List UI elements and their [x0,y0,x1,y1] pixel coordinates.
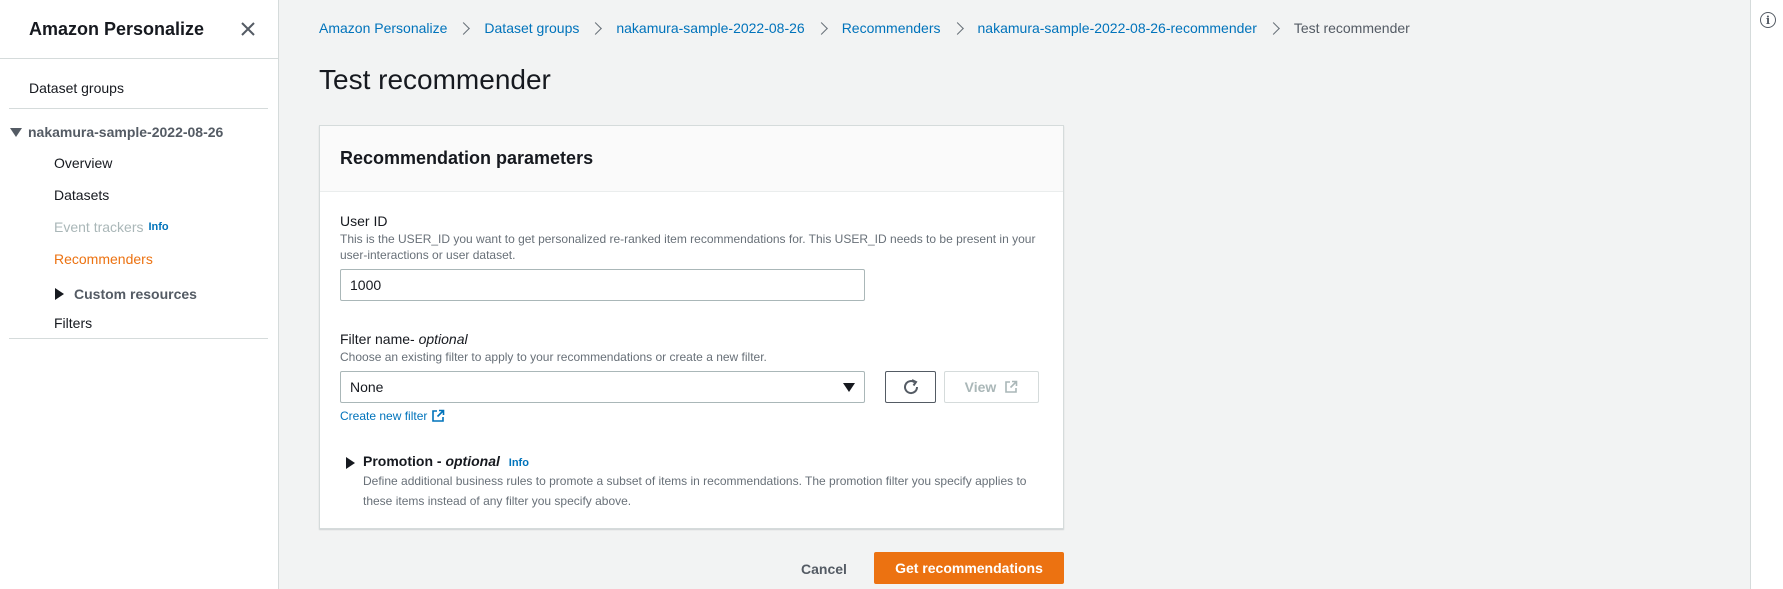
chevron-right-icon [457,21,471,35]
filter-name-label: Filter name- optional [340,331,1043,347]
sidebar-item-filters[interactable]: Filters [0,310,278,336]
sidebar-item-label: Overview [54,155,113,171]
filter-name-label-text: Filter name- [340,331,415,347]
tools-rail: i [1750,0,1783,589]
promotion-title-text: Promotion - [363,453,442,469]
filter-select[interactable]: None [340,371,865,403]
sidebar-item-label: Filters [54,315,93,331]
recommendation-parameters-panel: Recommendation parameters User ID This i… [319,125,1064,529]
chevron-right-icon [814,21,828,35]
promotion-content: Promotion - optional Info Define additio… [363,453,1043,511]
create-new-filter-link[interactable]: Create new filter [340,409,1043,423]
caret-down-icon [843,382,855,392]
sidebar-item-recommenders[interactable]: Recommenders [0,243,278,275]
sidebar-item-event-trackers: Event trackers Info [0,211,278,243]
sidebar-header: Amazon Personalize [0,0,278,59]
sidebar-item-custom-resources[interactable]: Custom resources [0,278,278,310]
sidebar-divider [9,338,268,339]
panel-header: Recommendation parameters [320,126,1063,192]
optional-text: optional [418,331,468,347]
sidebar-item-overview[interactable]: Overview [0,147,278,179]
close-icon[interactable] [238,19,258,39]
breadcrumb-current: Test recommender [1293,20,1410,36]
chevron-right-icon [1267,21,1280,35]
panel-body: User ID This is the USER_ID you want to … [320,213,1063,511]
cancel-button[interactable]: Cancel [797,554,851,584]
sidebar-group-toggle[interactable]: nakamura-sample-2022-08-26 [0,119,278,145]
breadcrumb-link[interactable]: Recommenders [842,20,941,36]
breadcrumb-link[interactable]: Dataset groups [484,20,579,36]
caret-right-icon[interactable] [346,457,355,469]
sidebar-item-dataset-groups[interactable]: Dataset groups [9,67,268,109]
info-link[interactable]: Info [148,221,168,233]
caret-down-icon [10,127,22,137]
user-id-input[interactable] [340,269,865,301]
get-recommendations-button[interactable]: Get recommendations [874,552,1064,584]
chevron-right-icon [589,21,603,35]
view-button-label: View [964,379,997,395]
sidebar-title[interactable]: Amazon Personalize [29,19,204,40]
sidebar-item-label: Recommenders [54,251,153,267]
promotion-description: Define additional business rules to prom… [363,474,1027,508]
sidebar-item-label: Datasets [54,187,110,203]
promotion-title[interactable]: Promotion - optional Info [363,453,1043,469]
breadcrumb-link[interactable]: nakamura-sample-2022-08-26 [616,20,804,36]
filter-description: Choose an existing filter to apply to yo… [340,350,767,364]
promotion-section[interactable]: Promotion - optional Info Define additio… [340,453,1043,511]
create-new-filter-label: Create new filter [340,409,428,423]
external-link-icon [432,409,445,422]
breadcrumb: Amazon Personalize Dataset groups nakamu… [319,20,1410,36]
user-id-description: This is the USER_ID you want to get pers… [340,232,1036,262]
breadcrumb-link[interactable]: Amazon Personalize [319,20,447,36]
sidebar-item-label: Custom resources [74,286,197,302]
chevron-right-icon [950,21,964,35]
refresh-button[interactable] [885,371,936,403]
breadcrumb-link[interactable]: nakamura-sample-2022-08-26-recommender [978,20,1257,36]
sidebar-item-label[interactable]: Dataset groups [29,80,124,96]
info-link[interactable]: Info [509,457,529,469]
side-navigation: Amazon Personalize Dataset groups nakamu… [0,0,279,589]
panel-title: Recommendation parameters [340,148,594,168]
refresh-icon [903,379,918,395]
sidebar-item-label: Event trackers [54,219,144,235]
caret-right-icon [55,288,64,300]
user-id-label: User ID [340,213,388,229]
filter-row: None View [340,371,1043,403]
external-link-icon [1005,380,1018,393]
info-icon[interactable]: i [1760,12,1776,28]
sidebar-group-label: nakamura-sample-2022-08-26 [28,124,224,140]
optional-text: optional [445,453,500,469]
page-title: Test recommender [319,64,551,95]
filter-selected-value: None [350,379,384,395]
sidebar-item-datasets[interactable]: Datasets [0,179,278,211]
view-button[interactable]: View [944,371,1039,403]
